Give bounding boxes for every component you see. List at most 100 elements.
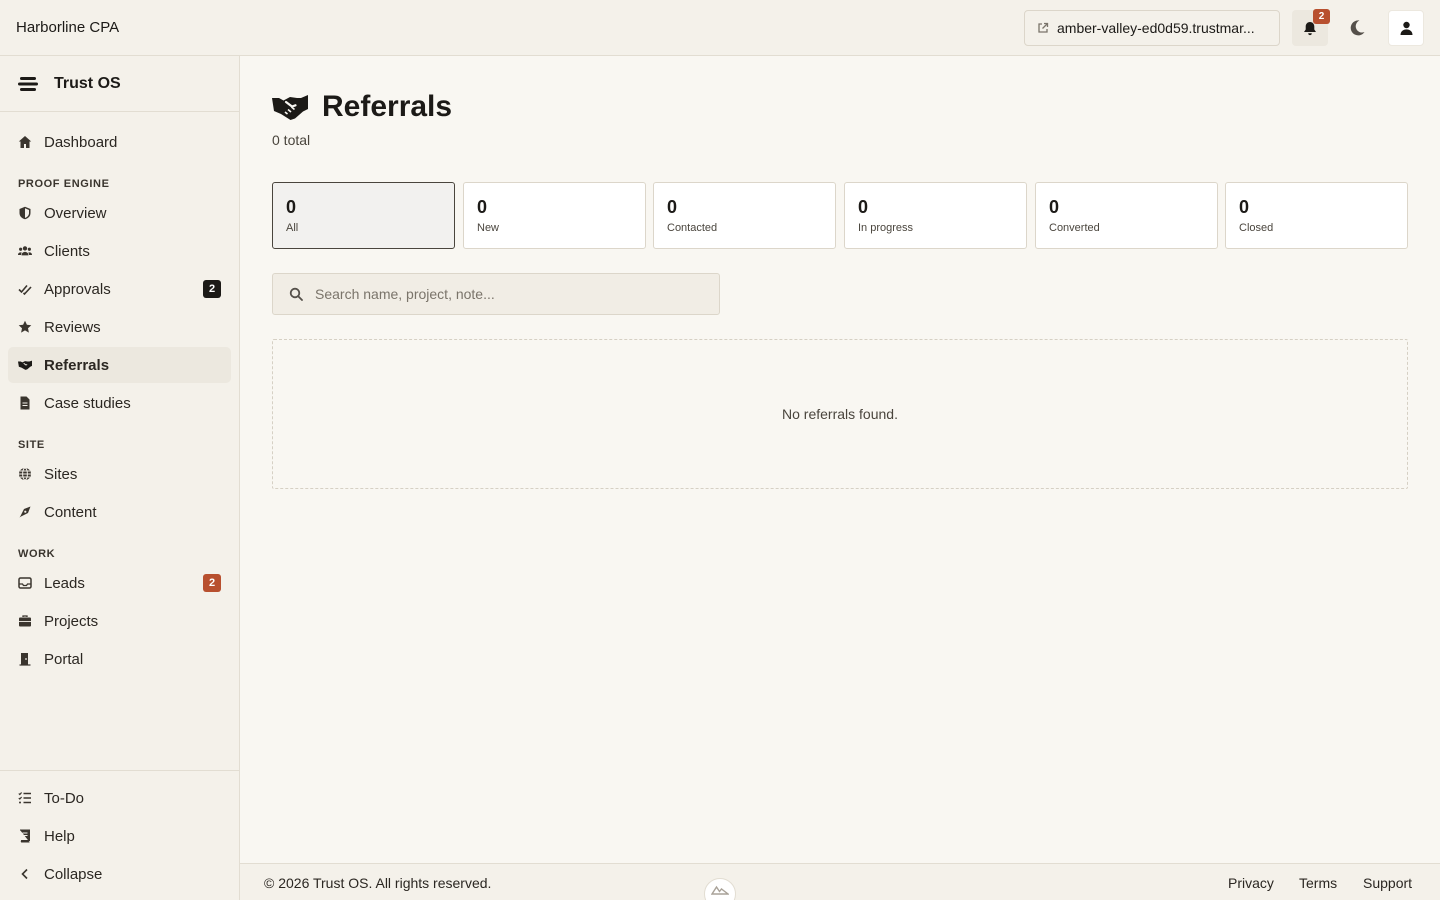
sidebar-item-projects[interactable]: Projects [8,603,231,639]
section-label-work: WORK [18,548,56,560]
sidebar-item-label: Projects [44,612,99,630]
sidebar-item-label: Clients [44,242,90,260]
section-label-proof-engine: PROOF ENGINE [18,178,110,190]
moon-icon [1350,20,1365,36]
star-icon [18,320,32,334]
sidebar-item-reviews[interactable]: Reviews [8,309,231,345]
stat-count: 0 [286,197,297,217]
total-count: 0 total [272,132,311,148]
stat-count: 0 [667,197,678,217]
sidebar-item-label: Sites [44,465,78,483]
stat-label: In progress [858,222,914,234]
leads-count-badge: 2 [203,574,221,592]
sidebar-item-dashboard[interactable]: Dashboard [8,124,231,160]
sidebar-collapse-button[interactable]: Collapse [8,856,231,892]
sidebar-item-label: Case studies [44,394,131,412]
site-domain-text: amber-valley-ed0d59.trustmar... [1057,20,1255,36]
sidebar-item-label: To-Do [44,789,85,807]
double-check-icon [18,282,32,296]
search-icon [289,287,303,301]
sidebar-item-help[interactable]: Help [8,818,231,854]
sidebar-item-label: Approvals [44,280,111,298]
sidebar-item-sites[interactable]: Sites [8,456,231,492]
users-icon [18,244,32,258]
stat-count: 0 [477,197,488,217]
sidebar-item-label: Reviews [44,318,101,336]
main-content: Referrals 0 total 0 All 0 New 0 Contacte… [240,56,1440,863]
terms-link[interactable]: Terms [1299,875,1337,891]
sidebar-item-overview[interactable]: Overview [8,195,231,231]
handshake-icon [18,358,32,372]
sidebar-item-leads[interactable]: Leads 2 [8,565,231,601]
stat-count: 0 [1239,197,1250,217]
filter-card-new[interactable]: 0 New [463,182,646,249]
filter-card-closed[interactable]: 0 Closed [1225,182,1408,249]
sidebar-item-referrals[interactable]: Referrals [8,347,231,383]
sidebar-item-label: Dashboard [44,133,118,151]
stat-count: 0 [1049,197,1060,217]
empty-state: No referrals found. [272,339,1408,489]
home-icon [18,135,32,149]
sidebar-item-label: Overview [44,204,107,222]
approvals-count-badge: 2 [203,280,221,298]
filter-card-in-progress[interactable]: 0 In progress [844,182,1027,249]
chevron-left-icon [18,867,32,881]
sidebar-item-label: Leads [44,574,85,592]
book-icon [18,829,32,843]
filter-card-converted[interactable]: 0 Converted [1035,182,1218,249]
mountain-logo-icon [711,885,729,895]
filter-card-all[interactable]: 0 All [272,182,455,249]
notifications-badge: 2 [1313,9,1330,24]
user-menu-button[interactable] [1388,10,1424,46]
sidebar: Trust OS Dashboard PROOF ENGINE Overview… [0,56,240,900]
inbox-icon [18,576,32,590]
support-link[interactable]: Support [1363,875,1412,891]
sidebar-item-label: Referrals [44,356,110,374]
site-domain-link[interactable]: amber-valley-ed0d59.trustmar... [1024,10,1280,46]
search-box[interactable] [272,273,720,315]
section-label-site: SITE [18,439,45,451]
door-icon [18,652,32,666]
top-bar: Harborline CPA amber-valley-ed0d59.trust… [0,0,1440,56]
sidebar-item-portal[interactable]: Portal [8,641,231,677]
org-name: Harborline CPA [16,19,120,36]
sidebar-item-content[interactable]: Content [8,494,231,530]
sidebar-item-todo[interactable]: To-Do [8,780,231,816]
sidebar-footer: To-Do Help Collapse [0,770,239,900]
sidebar-item-case-studies[interactable]: Case studies [8,385,231,421]
app-name: Trust OS [54,74,121,92]
stat-label: Converted [1049,222,1100,234]
sidebar-item-label: Collapse [44,865,103,883]
stat-label: Contacted [667,222,718,234]
sidebar-item-label: Portal [44,650,84,668]
sidebar-item-label: Content [44,503,97,521]
pen-nib-icon [18,505,32,519]
stat-count: 0 [858,197,869,217]
page-footer: © 2026 Trust OS. All rights reserved. Pr… [240,863,1440,900]
page-header: Referrals [272,90,452,124]
shield-icon [18,206,32,220]
handshake-icon [272,95,308,120]
privacy-link[interactable]: Privacy [1228,875,1274,891]
sidebar-item-approvals[interactable]: Approvals 2 [8,271,231,307]
theme-toggle-button[interactable] [1339,10,1375,46]
sidebar-header: Trust OS [0,56,239,112]
empty-state-message: No referrals found. [782,406,898,422]
sidebar-item-clients[interactable]: Clients [8,233,231,269]
stat-label: Closed [1239,222,1274,234]
filter-card-contacted[interactable]: 0 Contacted [653,182,836,249]
briefcase-icon [18,614,32,628]
globe-icon [18,467,32,481]
copyright-text: © 2026 Trust OS. All rights reserved. [264,875,492,891]
user-icon [1400,21,1412,35]
assistant-launcher-button[interactable] [704,878,736,900]
file-icon [18,396,32,410]
external-link-icon [1038,22,1049,33]
menu-icon[interactable] [18,76,38,92]
search-input[interactable] [315,286,715,302]
page-title: Referrals [322,90,453,123]
stat-label: New [477,222,500,234]
stat-label: All [286,222,299,234]
list-check-icon [18,791,32,805]
sidebar-item-label: Help [44,827,75,845]
